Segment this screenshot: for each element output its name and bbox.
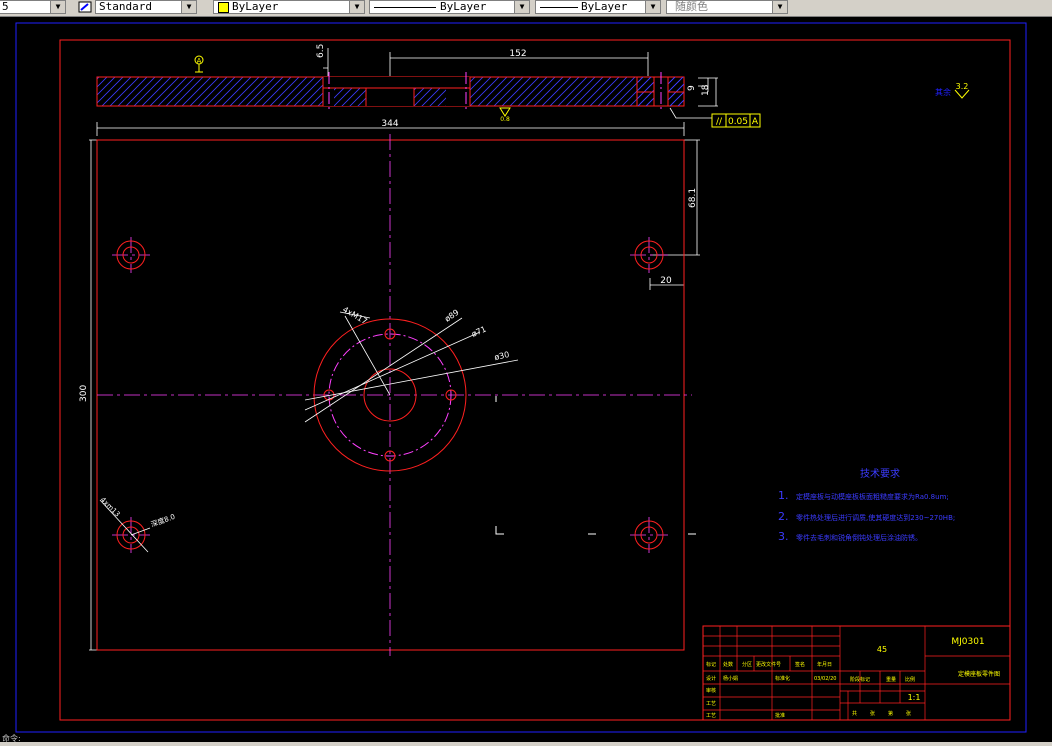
svg-text:标准化: 标准化 (775, 675, 790, 682)
chevron-down-icon[interactable]: ▼ (181, 1, 196, 13)
svg-text:阶段标记: 阶段标记 (850, 676, 870, 683)
svg-text:45: 45 (877, 645, 887, 654)
svg-text:批准: 批准 (775, 712, 785, 719)
svg-text:重量: 重量 (886, 676, 896, 683)
svg-text:张: 张 (870, 710, 875, 717)
center-lines (97, 134, 692, 656)
chevron-down-icon[interactable]: ▼ (349, 1, 364, 13)
chevron-down-icon[interactable]: ▼ (514, 1, 529, 13)
tolerance-frame: // 0.05 A (711, 113, 761, 128)
roughness-symbol: 0.8 (499, 107, 511, 123)
svg-text:更改文件号: 更改文件号 (756, 661, 781, 668)
svg-text:定模座板与动模座板板面粗糙度要求为Ra0.8um;: 定模座板与动模座板板面粗糙度要求为Ra0.8um; (796, 492, 949, 501)
svg-text:零件去毛刺和锐角倒钝处理后涂油防锈。: 零件去毛刺和锐角倒钝处理后涂油防锈。 (796, 533, 922, 542)
svg-text:年月日: 年月日 (817, 661, 832, 668)
svg-text:处数: 处数 (723, 661, 733, 668)
color-value: ByLayer (232, 0, 279, 13)
svg-text:工艺: 工艺 (706, 713, 716, 719)
chevron-down-icon[interactable]: ▼ (645, 1, 660, 13)
svg-text:A: A (752, 117, 759, 127)
svg-text:技术要求: 技术要求 (860, 467, 900, 480)
svg-text:审核: 审核 (706, 687, 716, 694)
layer-value: 5 (2, 0, 9, 13)
svg-text:20: 20 (660, 276, 672, 286)
svg-text:3.2: 3.2 (956, 82, 969, 91)
title-block: 标记 处数 分区 更改文件号 签名 年月日 设计 杨小娟 标准化 03/02/2… (702, 625, 1011, 721)
cursor-marks (495, 396, 696, 535)
svg-text:300: 300 (79, 385, 89, 402)
svg-text:分区: 分区 (742, 661, 752, 668)
color-dropdown[interactable]: ByLayer ▼ (213, 0, 365, 14)
svg-text:03/02/20: 03/02/20 (814, 676, 836, 682)
lineweight-value: ByLayer (581, 0, 628, 13)
plotstyle-value: 随颜色 (675, 0, 708, 13)
tech-requirements: 技术要求 1. 定模座板与动模座板板面粗糙度要求为Ra0.8um; 2. 零件热… (778, 467, 955, 543)
svg-text:设计: 设计 (706, 675, 716, 682)
lineweight-dropdown[interactable]: ByLayer ▼ (535, 0, 661, 14)
svg-text://: // (716, 117, 723, 127)
layer-dropdown[interactable]: 5 ▼ (0, 0, 66, 14)
svg-text:比例: 比例 (905, 676, 915, 683)
drawing-frame (59, 39, 1011, 721)
svg-text:2.: 2. (778, 510, 789, 523)
color-swatch-icon (218, 2, 229, 13)
svg-text:68.1: 68.1 (688, 188, 698, 208)
svg-text:杨小娟: 杨小娟 (723, 675, 738, 682)
text-style-value: Standard (99, 0, 152, 13)
svg-text:0.8: 0.8 (500, 116, 510, 123)
svg-text:4xM17: 4xM17 (341, 305, 369, 326)
svg-text:工艺: 工艺 (706, 701, 716, 707)
chevron-down-icon[interactable]: ▼ (50, 1, 65, 13)
svg-text:ø89: ø89 (443, 308, 461, 324)
svg-text:A: A (197, 57, 202, 65)
svg-text:3.: 3. (778, 530, 789, 543)
linetype-dropdown[interactable]: ByLayer ▼ (369, 0, 530, 14)
svg-text:4xm13: 4xm13 (99, 496, 122, 519)
svg-text:18: 18 (701, 84, 711, 96)
svg-text:第: 第 (888, 710, 893, 717)
svg-text:深度8.0: 深度8.0 (150, 512, 177, 529)
linetype-value: ByLayer (440, 0, 487, 13)
command-prompt: 命令: (2, 733, 21, 742)
status-bar (0, 742, 1052, 746)
svg-text:ø71: ø71 (470, 324, 487, 338)
properties-toolbar: 5 ▼ Standard ▼ ByLayer ▼ ByLayer ▼ ByLayer ▼ … (0, 0, 1052, 17)
svg-text:共: 共 (852, 710, 857, 717)
text-style-dropdown[interactable]: Standard ▼ (95, 0, 197, 14)
svg-text:零件热处理后进行调质,使其硬度达到230~270HB;: 零件热处理后进行调质,使其硬度达到230~270HB; (796, 513, 955, 522)
plotstyle-dropdown[interactable]: 随颜色 ▼ (666, 0, 788, 14)
line-sample-icon (374, 7, 436, 8)
svg-text:MJ0301: MJ0301 (951, 637, 984, 647)
dimension-lines (89, 48, 718, 651)
svg-text:ø30: ø30 (494, 350, 511, 362)
line-sample-icon (540, 7, 578, 8)
svg-text:张: 张 (906, 710, 911, 717)
svg-text:1:1: 1:1 (908, 693, 921, 702)
svg-text:152: 152 (509, 49, 526, 59)
svg-text:0.05: 0.05 (728, 117, 748, 127)
chevron-down-icon[interactable]: ▼ (772, 1, 787, 13)
svg-text:344: 344 (381, 119, 398, 129)
datum-marker: A (194, 55, 204, 73)
roughness-note: 其余 3.2 (935, 82, 970, 99)
text-style-icon[interactable] (78, 1, 92, 13)
svg-text:其余: 其余 (935, 87, 951, 97)
svg-text:标记: 标记 (706, 661, 716, 668)
svg-text:6.5: 6.5 (316, 44, 326, 58)
svg-text:1.: 1. (778, 489, 789, 502)
svg-text:定模座板零件图: 定模座板零件图 (958, 670, 1000, 678)
drawing-canvas[interactable]: A 0.8 // 0.05 A 6.5 152 9 18 344 68.1 20… (0, 16, 1052, 742)
svg-text:9: 9 (687, 85, 697, 91)
svg-text:签名: 签名 (795, 661, 805, 668)
section-view[interactable] (96, 72, 685, 112)
